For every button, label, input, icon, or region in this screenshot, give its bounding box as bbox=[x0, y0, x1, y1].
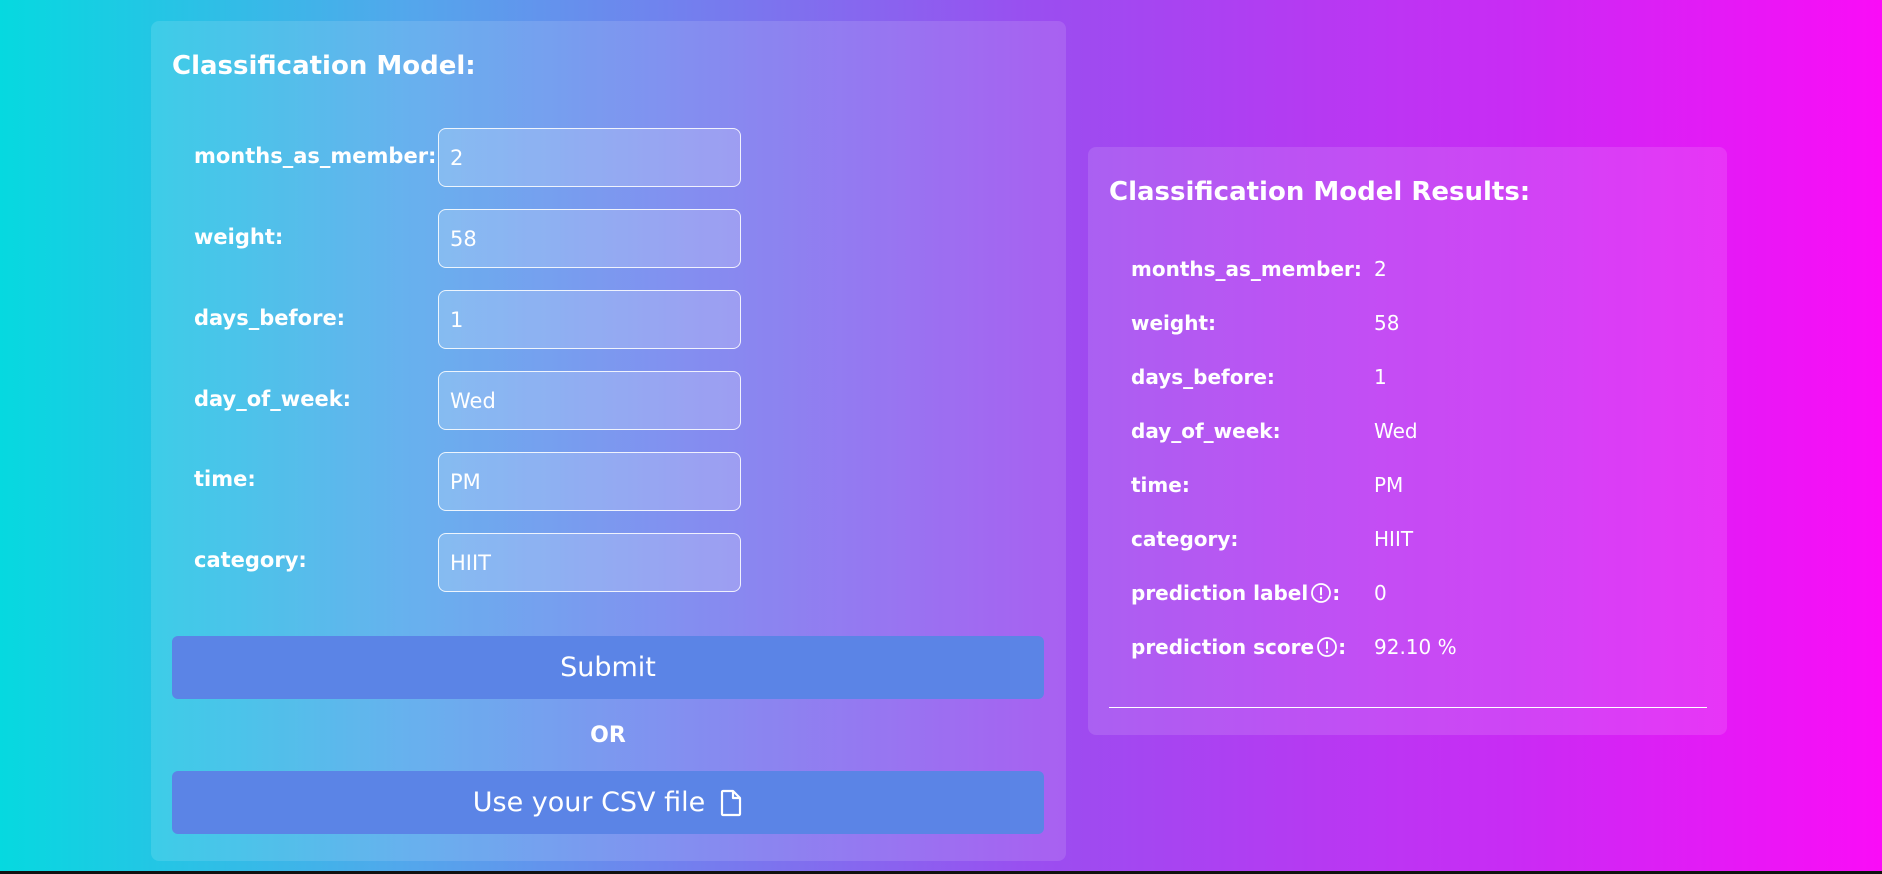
use-csv-file-button[interactable]: Use your CSV file bbox=[172, 771, 1044, 834]
result-value-days-before: 1 bbox=[1374, 365, 1387, 389]
weight-label: weight: bbox=[194, 225, 284, 249]
prediction-score-text: prediction score bbox=[1131, 635, 1315, 659]
classification-form-panel: Classification Model: months_as_member: … bbox=[151, 21, 1066, 861]
info-icon[interactable] bbox=[1316, 636, 1338, 658]
results-divider bbox=[1109, 707, 1707, 708]
result-value-prediction-label: 0 bbox=[1374, 581, 1387, 605]
form-title: Classification Model: bbox=[172, 51, 476, 81]
prediction-label-text: prediction label bbox=[1131, 581, 1309, 605]
or-separator: OR bbox=[590, 723, 626, 748]
result-label-prediction-score: prediction score : bbox=[1131, 635, 1346, 659]
day-of-week-label: day_of_week: bbox=[194, 387, 352, 411]
results-title: Classification Model Results: bbox=[1109, 177, 1531, 207]
submit-button[interactable]: Submit bbox=[172, 636, 1044, 699]
prediction-score-colon: : bbox=[1338, 635, 1347, 659]
csv-button-label: Use your CSV file bbox=[472, 787, 706, 818]
result-value-prediction-score: 92.10 % bbox=[1374, 635, 1457, 659]
result-label-category: category: bbox=[1131, 527, 1239, 551]
time-input[interactable] bbox=[438, 452, 741, 511]
info-icon[interactable] bbox=[1310, 582, 1332, 604]
result-label-day-of-week: day_of_week: bbox=[1131, 419, 1281, 443]
submit-button-label: Submit bbox=[560, 652, 656, 683]
category-label: category: bbox=[194, 548, 307, 572]
result-label-months-as-member: months_as_member: bbox=[1131, 257, 1362, 281]
day-of-week-input[interactable] bbox=[438, 371, 741, 430]
result-value-time: PM bbox=[1374, 473, 1404, 497]
months-as-member-input[interactable] bbox=[438, 128, 741, 187]
days-before-label: days_before: bbox=[194, 306, 346, 330]
results-panel: Classification Model Results: months_as_… bbox=[1088, 147, 1727, 735]
result-label-days-before: days_before: bbox=[1131, 365, 1275, 389]
result-value-day-of-week: Wed bbox=[1374, 419, 1418, 443]
result-label-weight: weight: bbox=[1131, 311, 1217, 335]
file-icon bbox=[721, 789, 742, 816]
category-input[interactable] bbox=[438, 533, 741, 592]
result-value-months-as-member: 2 bbox=[1374, 257, 1387, 281]
time-label: time: bbox=[194, 467, 256, 491]
result-value-weight: 58 bbox=[1374, 311, 1400, 335]
months-as-member-label: months_as_member: bbox=[194, 144, 437, 168]
result-label-prediction-label: prediction label : bbox=[1131, 581, 1340, 605]
result-value-category: HIIT bbox=[1374, 527, 1414, 551]
days-before-input[interactable] bbox=[438, 290, 741, 349]
prediction-label-colon: : bbox=[1332, 581, 1341, 605]
weight-input[interactable] bbox=[438, 209, 741, 268]
result-label-time: time: bbox=[1131, 473, 1190, 497]
